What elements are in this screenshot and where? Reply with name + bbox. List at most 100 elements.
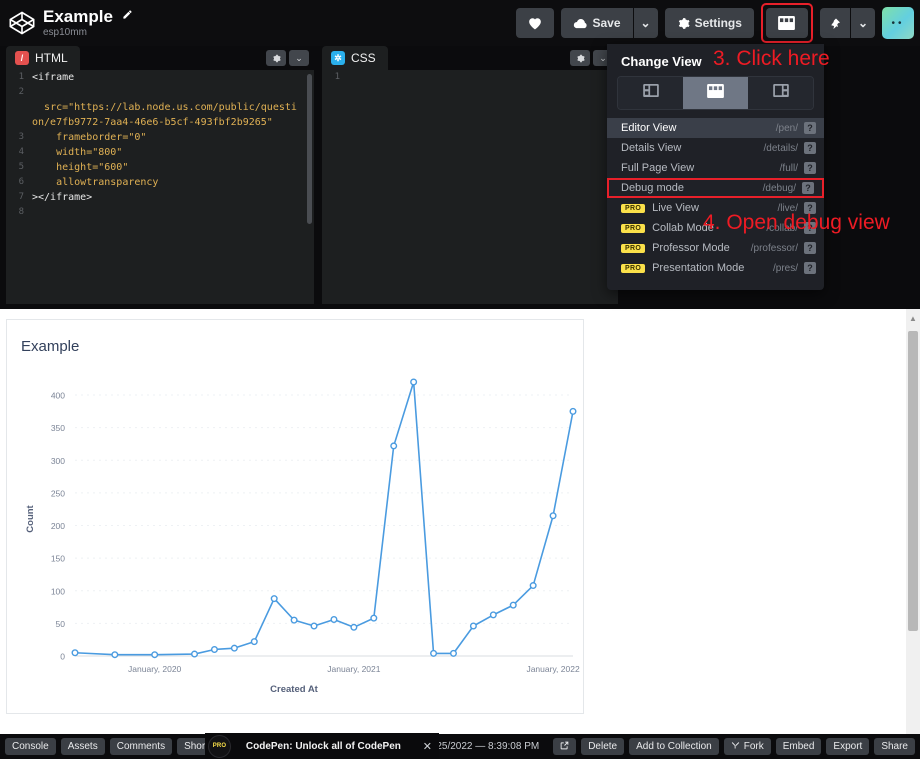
code-line: 4 width="800": [6, 145, 314, 160]
assets-button[interactable]: Assets: [61, 738, 105, 755]
fork-label: Fork: [744, 741, 764, 752]
menu-item-label: Presentation Mode: [652, 262, 773, 274]
code-line: 1 <iframe: [6, 70, 314, 85]
pencil-icon[interactable]: [122, 8, 133, 25]
pin-button-group: ⌄: [820, 8, 875, 38]
menu-item-editor-view[interactable]: Editor View /pen/ ?: [607, 118, 824, 138]
data-point[interactable]: [72, 650, 78, 656]
annotation-step-3: 3. Click here: [713, 47, 830, 71]
code-line: src="https://lab.node.us.com/public/ques…: [6, 100, 314, 130]
data-series-line: [75, 382, 573, 655]
chevron-down-icon: ⌄: [858, 16, 868, 30]
save-button[interactable]: Save: [561, 8, 633, 38]
data-point[interactable]: [431, 651, 437, 657]
codepen-logo-icon[interactable]: [8, 9, 36, 37]
data-point[interactable]: [471, 623, 477, 629]
css-code-area[interactable]: 1: [322, 70, 618, 304]
html-pane-header: / HTML ⌄: [6, 46, 314, 70]
layout-top-option[interactable]: [683, 77, 748, 109]
data-point[interactable]: [192, 651, 198, 657]
heart-icon: [528, 17, 542, 30]
data-point[interactable]: [371, 615, 377, 621]
data-point[interactable]: [152, 652, 158, 658]
fork-button[interactable]: Fork: [724, 738, 771, 755]
html-code-area[interactable]: 1 <iframe 2 src="https://lab.node.us.com…: [6, 70, 314, 304]
data-point[interactable]: [570, 409, 576, 415]
data-point[interactable]: [311, 623, 317, 629]
x-tick-label: January, 2021: [327, 664, 381, 674]
help-icon[interactable]: ?: [804, 262, 816, 274]
y-tick-label: 200: [51, 521, 65, 531]
data-point[interactable]: [351, 624, 357, 630]
change-view-button[interactable]: [766, 8, 808, 38]
menu-item-details-view[interactable]: Details View /details/ ?: [607, 138, 824, 158]
gear-icon[interactable]: [266, 50, 286, 66]
export-button[interactable]: Export: [826, 738, 869, 755]
pen-author: esp10mm: [43, 28, 133, 39]
data-point[interactable]: [391, 443, 397, 449]
css-tab[interactable]: ✲ CSS: [322, 46, 388, 70]
y-tick-label: 250: [51, 488, 65, 498]
line-content: <iframe: [32, 70, 86, 85]
layout-selector: [617, 76, 814, 110]
love-button[interactable]: [516, 8, 554, 38]
delete-button[interactable]: Delete: [581, 738, 624, 755]
data-point[interactable]: [491, 612, 497, 618]
share-button[interactable]: Share: [874, 738, 915, 755]
chevron-down-icon[interactable]: ⌄: [289, 50, 309, 66]
html-editor-pane: / HTML ⌄ 1 <iframe 2: [6, 46, 314, 304]
layout-left-option[interactable]: [618, 77, 683, 109]
code-line: 2: [6, 85, 314, 100]
menu-item-presentation-mode[interactable]: PRO Presentation Mode /pres/ ?: [607, 258, 824, 278]
data-point[interactable]: [251, 639, 257, 645]
data-point[interactable]: [112, 652, 118, 658]
add-to-collection-button[interactable]: Add to Collection: [629, 738, 719, 755]
pen-title-block: Example esp10mm: [43, 8, 133, 38]
menu-item-professor-mode[interactable]: PRO Professor Mode /professor/ ?: [607, 238, 824, 258]
avatar[interactable]: ••: [882, 7, 914, 39]
data-point[interactable]: [550, 513, 556, 519]
menu-item-label: Professor Mode: [652, 242, 751, 254]
data-point[interactable]: [212, 647, 218, 653]
settings-button[interactable]: Settings: [665, 8, 754, 38]
gear-icon[interactable]: [570, 50, 590, 66]
layout-right-option[interactable]: [748, 77, 813, 109]
y-tick-label: 150: [51, 554, 65, 564]
data-point[interactable]: [271, 596, 277, 602]
help-icon[interactable]: ?: [804, 142, 816, 154]
help-icon[interactable]: ?: [802, 182, 814, 194]
annotation-step-4: 4. Open debug view: [703, 211, 890, 235]
data-point[interactable]: [331, 617, 337, 623]
data-point[interactable]: [411, 379, 417, 385]
pin-button[interactable]: [820, 8, 850, 38]
embed-button[interactable]: Embed: [776, 738, 822, 755]
html-tab[interactable]: / HTML: [6, 46, 80, 70]
help-icon[interactable]: ?: [804, 242, 816, 254]
data-point[interactable]: [530, 583, 536, 589]
line-chart[interactable]: 050100150200250300350400January, 2020Jan…: [7, 354, 585, 714]
layout-left-icon: [643, 84, 659, 102]
help-icon[interactable]: ?: [804, 162, 816, 174]
menu-item-label: Full Page View: [621, 162, 780, 174]
popout-button[interactable]: [553, 738, 576, 755]
scroll-up-arrow-icon[interactable]: ▲: [906, 309, 920, 327]
close-icon[interactable]: ✕: [416, 740, 439, 753]
chart-title: Example: [7, 320, 583, 355]
data-point[interactable]: [291, 617, 297, 623]
page-scrollbar[interactable]: ▲: [906, 309, 920, 734]
y-tick-label: 350: [51, 423, 65, 433]
save-dropdown-button[interactable]: ⌄: [634, 8, 658, 38]
comments-button[interactable]: Comments: [110, 738, 172, 755]
html-editor-scrollbar[interactable]: [307, 74, 312, 224]
menu-item-full-page-view[interactable]: Full Page View /full/ ?: [607, 158, 824, 178]
scrollbar-thumb[interactable]: [908, 331, 918, 631]
console-button[interactable]: Console: [5, 738, 56, 755]
data-point[interactable]: [510, 602, 516, 608]
data-point[interactable]: [232, 645, 238, 651]
pin-dropdown-button[interactable]: ⌄: [851, 8, 875, 38]
help-icon[interactable]: ?: [804, 122, 816, 134]
pro-logo-label: PRO: [213, 743, 227, 749]
menu-item-debug-mode[interactable]: Debug mode /debug/ ?: [607, 178, 824, 198]
line-content: allowtransparency: [32, 175, 170, 190]
data-point[interactable]: [451, 651, 457, 657]
